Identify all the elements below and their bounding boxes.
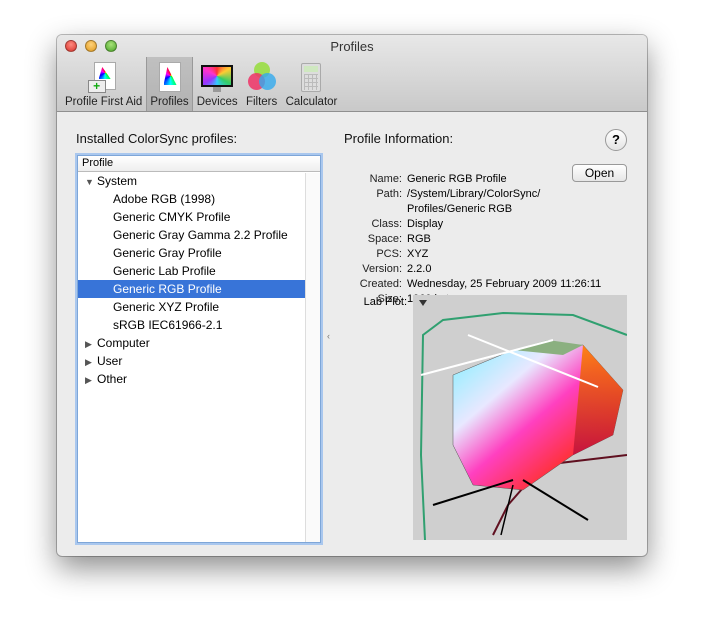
info-row-class: Class: Display xyxy=(345,217,635,232)
toolbar-devices[interactable]: Devices xyxy=(193,57,242,111)
toolbar-profile-first-aid[interactable]: + Profile First Aid xyxy=(61,57,146,111)
profile-list-item[interactable]: Generic Gray Gamma 2.2 Profile xyxy=(78,226,306,244)
row-label: Generic RGB Profile xyxy=(113,282,222,296)
devices-icon xyxy=(201,62,234,94)
info-label: Space: xyxy=(367,233,402,245)
info-value: /System/Library/ColorSync/ Profiles/Gene… xyxy=(407,188,541,215)
info-label: PCS: xyxy=(376,248,402,260)
profile-first-aid-icon: + xyxy=(87,62,120,94)
info-value: XYZ xyxy=(407,248,429,260)
info-label: Created: xyxy=(359,278,402,290)
info-row-created: Created: Wednesday, 25 February 2009 11:2… xyxy=(345,277,635,292)
toolbar-label: Profiles xyxy=(150,96,189,108)
info-label: Path: xyxy=(376,188,402,200)
info-row-space: Space: RGB xyxy=(345,232,635,247)
disclosure-closed-icon[interactable]: ▶ xyxy=(85,371,97,389)
split-handle[interactable]: ‹ xyxy=(327,331,330,341)
row-label: Adobe RGB (1998) xyxy=(113,192,216,206)
toolbar-filters[interactable]: Filters xyxy=(242,57,282,111)
row-label: sRGB IEC61966-2.1 xyxy=(113,318,223,332)
title-bar: Profiles + Profile First Aid Profiles Devic… xyxy=(57,35,647,112)
profile-list-item[interactable]: sRGB IEC61966-2.1 xyxy=(78,316,306,334)
lab-plot-label: Lab Plot: xyxy=(363,296,407,308)
info-label: Version: xyxy=(362,263,402,275)
profile-list-item[interactable]: Generic RGB Profile xyxy=(78,280,306,298)
info-value: Display xyxy=(407,218,444,230)
column-header-profile[interactable]: Profile xyxy=(78,156,320,172)
row-label: User xyxy=(97,354,123,368)
toolbar-label: Calculator xyxy=(285,96,338,108)
info-row-path: Path: /System/Library/ColorSync/ Profiles… xyxy=(345,187,635,217)
disclosure-closed-icon[interactable]: ▶ xyxy=(85,335,97,353)
open-button[interactable]: Open xyxy=(572,164,627,182)
profile-list-item[interactable]: Generic Gray Profile xyxy=(78,244,306,262)
help-button[interactable]: ? xyxy=(605,129,627,151)
calculator-icon xyxy=(295,62,327,94)
lab-plot-graphic xyxy=(419,300,627,540)
disclosure-open-icon[interactable]: ▼ xyxy=(85,173,97,191)
info-row-version: Version: 2.2.0 xyxy=(345,262,635,277)
toolbar-label: Filters xyxy=(245,96,278,108)
scrollbar[interactable] xyxy=(305,173,320,542)
row-label: Generic Lab Profile xyxy=(113,264,216,278)
info-value: RGB xyxy=(407,233,431,245)
plot-menu-triangle-icon xyxy=(419,300,427,306)
row-label: Other xyxy=(97,372,128,386)
profile-list-item[interactable]: Generic XYZ Profile xyxy=(78,298,306,316)
toolbar-calculator[interactable]: Calculator xyxy=(282,57,342,111)
installed-profiles-heading: Installed ColorSync profiles: xyxy=(76,131,238,146)
window-title: Profiles xyxy=(330,39,374,54)
info-row-pcs: PCS: XYZ xyxy=(345,247,635,262)
row-label: Generic CMYK Profile xyxy=(113,210,231,224)
info-value: Generic RGB Profile xyxy=(407,173,507,185)
filters-icon xyxy=(246,62,278,94)
profile-group-other[interactable]: ▶ Other xyxy=(78,370,306,388)
profile-info-heading: Profile Information: xyxy=(344,131,454,146)
info-value: 2.2.0 xyxy=(407,263,432,275)
info-label: Name: xyxy=(369,173,402,185)
profile-list-item[interactable]: Generic CMYK Profile xyxy=(78,208,306,226)
row-label: Generic XYZ Profile xyxy=(113,300,220,314)
profiles-icon xyxy=(154,62,186,94)
toolbar-label: Profile First Aid xyxy=(65,96,143,108)
profile-group-computer[interactable]: ▶ Computer xyxy=(78,334,306,352)
row-label: Generic Gray Gamma 2.2 Profile xyxy=(113,228,288,242)
profile-list[interactable]: Profile ▼ System Adobe RGB (1998) Generic C… xyxy=(77,155,321,543)
profile-group-user[interactable]: ▶ User xyxy=(78,352,306,370)
toolbar-profiles[interactable]: Profiles xyxy=(146,57,193,111)
toolbar-label: Devices xyxy=(196,96,238,108)
lab-plot[interactable] xyxy=(413,295,627,540)
profile-list-item[interactable]: Adobe RGB (1998) xyxy=(78,190,306,208)
info-value: Wednesday, 25 February 2009 11:26:11 xyxy=(407,278,602,290)
row-label: System xyxy=(97,174,138,188)
profile-list-item[interactable]: Generic Lab Profile xyxy=(78,262,306,280)
profile-group-system[interactable]: ▼ System xyxy=(78,172,306,190)
info-label: Class: xyxy=(371,218,402,230)
profiles-window: Profiles + Profile First Aid Profiles Devic… xyxy=(57,35,647,556)
row-label: Computer xyxy=(97,336,150,350)
row-label: Generic Gray Profile xyxy=(113,246,222,260)
disclosure-closed-icon[interactable]: ▶ xyxy=(85,353,97,371)
